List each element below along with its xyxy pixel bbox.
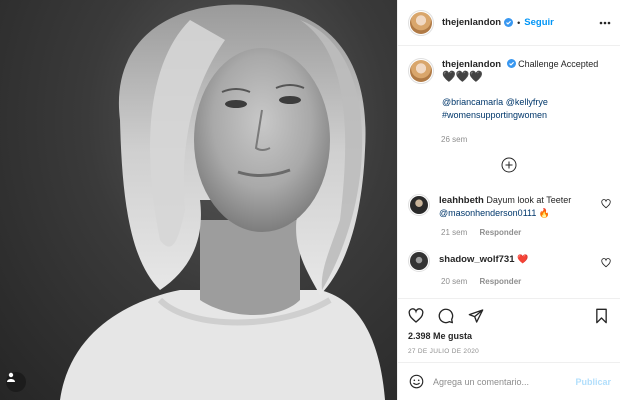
more-options-icon[interactable] (599, 17, 611, 29)
comment-body: Dayum look at Teeter (486, 195, 572, 205)
verified-icon (506, 59, 516, 68)
save-button[interactable] (594, 308, 609, 326)
comment-input[interactable] (433, 377, 571, 387)
comment-meta: 20 sem Responder (441, 277, 613, 286)
commenter-username[interactable]: shadow_wolf731 (439, 254, 515, 265)
post-dialog: thejenlandon • Seguir thejenlandon Chall… (0, 0, 620, 400)
comment-button[interactable] (438, 308, 454, 326)
reply-button[interactable]: Responder (479, 228, 521, 237)
commenter-username[interactable]: leahhbeth (439, 195, 484, 206)
emoji-button[interactable] (409, 374, 424, 391)
post-header: thejenlandon • Seguir (398, 0, 620, 46)
author-username[interactable]: thejenlandon (442, 17, 501, 28)
post-photo[interactable] (0, 0, 397, 400)
likes-count[interactable]: 2.398 Me gusta (408, 331, 472, 341)
user-tag-icon (7, 372, 15, 382)
post-actions: 2.398 Me gusta 27 DE JULIO DE 2020 Publi… (398, 298, 620, 400)
caption-hearts: 🖤🖤🖤 (442, 71, 484, 83)
comment-meta: 21 sem Responder (441, 228, 613, 237)
bookmark-icon (596, 308, 607, 324)
portrait-image (60, 4, 385, 400)
post-side-panel: thejenlandon • Seguir thejenlandon Chall… (397, 0, 620, 400)
add-comment-bar: Publicar (398, 362, 620, 400)
verified-icon (504, 18, 514, 27)
hashtag-link[interactable]: #womensupportingwomen (442, 110, 547, 120)
comment-icon (438, 308, 454, 324)
comment-text: leahhbeth Dayum look at Teeter @masonhen… (439, 194, 589, 220)
caption-text: thejenlandon Challenge Accepted 🖤🖤🖤 (442, 58, 598, 84)
comment-item: shadow_wolf731 ❤️ 20 sem Responder (408, 250, 613, 286)
caption-body: Challenge Accepted (518, 59, 599, 69)
comment-item: leahhbeth Dayum look at Teeter @masonhen… (408, 194, 613, 237)
tag-user-button[interactable] (6, 372, 26, 392)
heart-emoji: ❤️ (517, 254, 529, 264)
comment-time[interactable]: 20 sem (441, 277, 467, 286)
publish-button[interactable]: Publicar (575, 377, 611, 387)
caption: thejenlandon Challenge Accepted 🖤🖤🖤 @bri… (408, 58, 613, 122)
caption-author-avatar[interactable] (408, 58, 434, 84)
share-icon (468, 309, 484, 323)
comment-text: shadow_wolf731 ❤️ (439, 253, 589, 272)
follow-button[interactable]: Seguir (524, 17, 554, 28)
comment-mention[interactable]: @masonhenderson0111 (439, 208, 536, 218)
comment-like-heart-icon[interactable] (601, 199, 611, 209)
fire-emoji: 🔥 (538, 208, 551, 218)
heart-icon (408, 308, 424, 323)
caption-time[interactable]: 26 sem (441, 135, 467, 144)
load-more-icon[interactable] (501, 157, 517, 173)
action-icons (408, 308, 484, 326)
like-button[interactable] (408, 308, 424, 326)
commenter-avatar[interactable] (408, 194, 430, 216)
comment-time[interactable]: 21 sem (441, 228, 467, 237)
separator-dot: • (517, 17, 521, 28)
mention-link[interactable]: @briancamarla (442, 97, 503, 107)
reply-button[interactable]: Responder (479, 277, 521, 286)
caption-author-username[interactable]: thejenlandon (442, 59, 501, 70)
commenter-avatar[interactable] (408, 250, 430, 272)
comment-like-heart-icon[interactable] (601, 258, 611, 268)
post-date[interactable]: 27 DE JULIO DE 2020 (408, 348, 479, 355)
caption-mentions: @briancamarla @kellyfrye #womensupportin… (442, 96, 613, 122)
author-avatar[interactable] (408, 9, 434, 36)
emoji-icon (409, 374, 424, 388)
share-button[interactable] (468, 308, 484, 326)
mention-link[interactable]: @kellyfrye (506, 97, 548, 107)
